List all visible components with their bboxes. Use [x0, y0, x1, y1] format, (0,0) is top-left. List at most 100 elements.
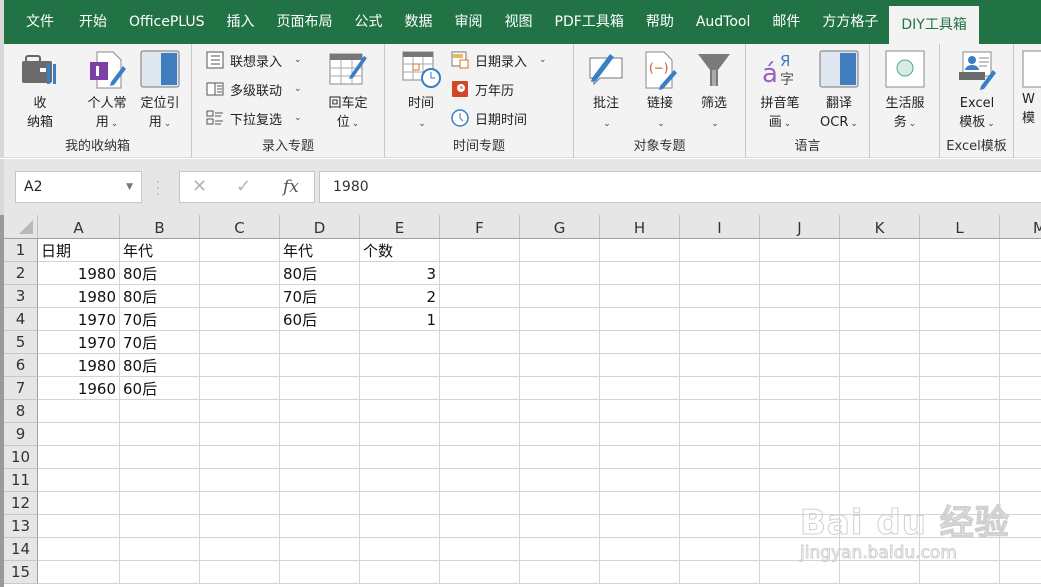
cell-D11[interactable]: [280, 469, 360, 492]
row-header-9[interactable]: 9: [4, 423, 38, 446]
translate-ocr-button[interactable]: 翻译 OCR ⌄: [812, 50, 866, 134]
cell-H10[interactable]: [600, 446, 680, 469]
cell-H11[interactable]: [600, 469, 680, 492]
tab-1[interactable]: 开始: [68, 0, 118, 44]
cell-F10[interactable]: [440, 446, 520, 469]
cell-E14[interactable]: [360, 538, 440, 561]
cell-C4[interactable]: [200, 308, 280, 331]
cell-D7[interactable]: [280, 377, 360, 400]
cell-M6[interactable]: [1000, 354, 1041, 377]
cell-M3[interactable]: [1000, 285, 1041, 308]
cell-B11[interactable]: [120, 469, 200, 492]
cell-F2[interactable]: [440, 262, 520, 285]
cell-E9[interactable]: [360, 423, 440, 446]
row-header-11[interactable]: 11: [4, 469, 38, 492]
cell-A13[interactable]: [38, 515, 120, 538]
cell-K4[interactable]: [840, 308, 920, 331]
row-header-8[interactable]: 8: [4, 400, 38, 423]
row-header-4[interactable]: 4: [4, 308, 38, 331]
cell-L11[interactable]: [920, 469, 1000, 492]
cell-C13[interactable]: [200, 515, 280, 538]
cell-D5[interactable]: [280, 331, 360, 354]
cell-K3[interactable]: [840, 285, 920, 308]
cell-F6[interactable]: [440, 354, 520, 377]
column-header-E[interactable]: E: [360, 215, 440, 239]
cell-C7[interactable]: [200, 377, 280, 400]
cell-J13[interactable]: [760, 515, 840, 538]
column-header-C[interactable]: C: [200, 215, 280, 239]
cell-B10[interactable]: [120, 446, 200, 469]
cell-D14[interactable]: [280, 538, 360, 561]
cell-I7[interactable]: [680, 377, 760, 400]
cell-G7[interactable]: [520, 377, 600, 400]
formula-input[interactable]: 1980: [319, 171, 1041, 203]
cell-K12[interactable]: [840, 492, 920, 515]
cell-J14[interactable]: [760, 538, 840, 561]
cell-I8[interactable]: [680, 400, 760, 423]
cell-K7[interactable]: [840, 377, 920, 400]
cell-D2[interactable]: 80后: [280, 262, 360, 285]
cell-K6[interactable]: [840, 354, 920, 377]
cell-G5[interactable]: [520, 331, 600, 354]
dropdown-multiselect-button[interactable]: 下拉复选 ⌄: [206, 106, 302, 130]
cell-G15[interactable]: [520, 561, 600, 584]
cell-G4[interactable]: [520, 308, 600, 331]
cell-C10[interactable]: [200, 446, 280, 469]
cell-A10[interactable]: [38, 446, 120, 469]
cell-M10[interactable]: [1000, 446, 1041, 469]
drag-handle-icon[interactable]: · · ·: [156, 176, 160, 200]
cell-J10[interactable]: [760, 446, 840, 469]
cell-B14[interactable]: [120, 538, 200, 561]
cell-E7[interactable]: [360, 377, 440, 400]
date-entry-button[interactable]: 日期录入 ⌄: [451, 48, 547, 72]
comment-button[interactable]: 批注 ⌄: [584, 50, 628, 134]
cell-C12[interactable]: [200, 492, 280, 515]
storage-box-button[interactable]: 收 纳箱: [18, 50, 62, 132]
cell-L6[interactable]: [920, 354, 1000, 377]
cell-L2[interactable]: [920, 262, 1000, 285]
cell-E6[interactable]: [360, 354, 440, 377]
row-header-2[interactable]: 2: [4, 262, 38, 285]
cell-H13[interactable]: [600, 515, 680, 538]
cell-M12[interactable]: [1000, 492, 1041, 515]
cell-D1[interactable]: 年代: [280, 239, 360, 262]
cell-E5[interactable]: [360, 331, 440, 354]
cell-K9[interactable]: [840, 423, 920, 446]
row-header-5[interactable]: 5: [4, 331, 38, 354]
cell-I14[interactable]: [680, 538, 760, 561]
cell-K10[interactable]: [840, 446, 920, 469]
cell-M5[interactable]: [1000, 331, 1041, 354]
cell-B4[interactable]: 70后: [120, 308, 200, 331]
row-header-3[interactable]: 3: [4, 285, 38, 308]
cell-J3[interactable]: [760, 285, 840, 308]
column-header-A[interactable]: A: [38, 215, 120, 239]
cell-E3[interactable]: 2: [360, 285, 440, 308]
tab-2[interactable]: OfficePLUS: [118, 0, 216, 44]
cell-C3[interactable]: [200, 285, 280, 308]
cell-H6[interactable]: [600, 354, 680, 377]
cell-L15[interactable]: [920, 561, 1000, 584]
insert-function-icon[interactable]: fx: [283, 177, 299, 197]
cell-F7[interactable]: [440, 377, 520, 400]
column-header-K[interactable]: K: [840, 215, 920, 239]
cancel-icon[interactable]: ✕: [192, 176, 207, 197]
cell-A7[interactable]: 1960: [38, 377, 120, 400]
cell-L4[interactable]: [920, 308, 1000, 331]
cell-G8[interactable]: [520, 400, 600, 423]
cell-F13[interactable]: [440, 515, 520, 538]
cell-F11[interactable]: [440, 469, 520, 492]
cell-I13[interactable]: [680, 515, 760, 538]
cell-A6[interactable]: 1980: [38, 354, 120, 377]
cell-M2[interactable]: [1000, 262, 1041, 285]
cell-F5[interactable]: [440, 331, 520, 354]
cell-J6[interactable]: [760, 354, 840, 377]
cell-M1[interactable]: [1000, 239, 1041, 262]
row-header-1[interactable]: 1: [4, 239, 38, 262]
cell-I11[interactable]: [680, 469, 760, 492]
row-header-10[interactable]: 10: [4, 446, 38, 469]
cell-H4[interactable]: [600, 308, 680, 331]
cell-J15[interactable]: [760, 561, 840, 584]
cell-L14[interactable]: [920, 538, 1000, 561]
cell-G11[interactable]: [520, 469, 600, 492]
cell-H8[interactable]: [600, 400, 680, 423]
